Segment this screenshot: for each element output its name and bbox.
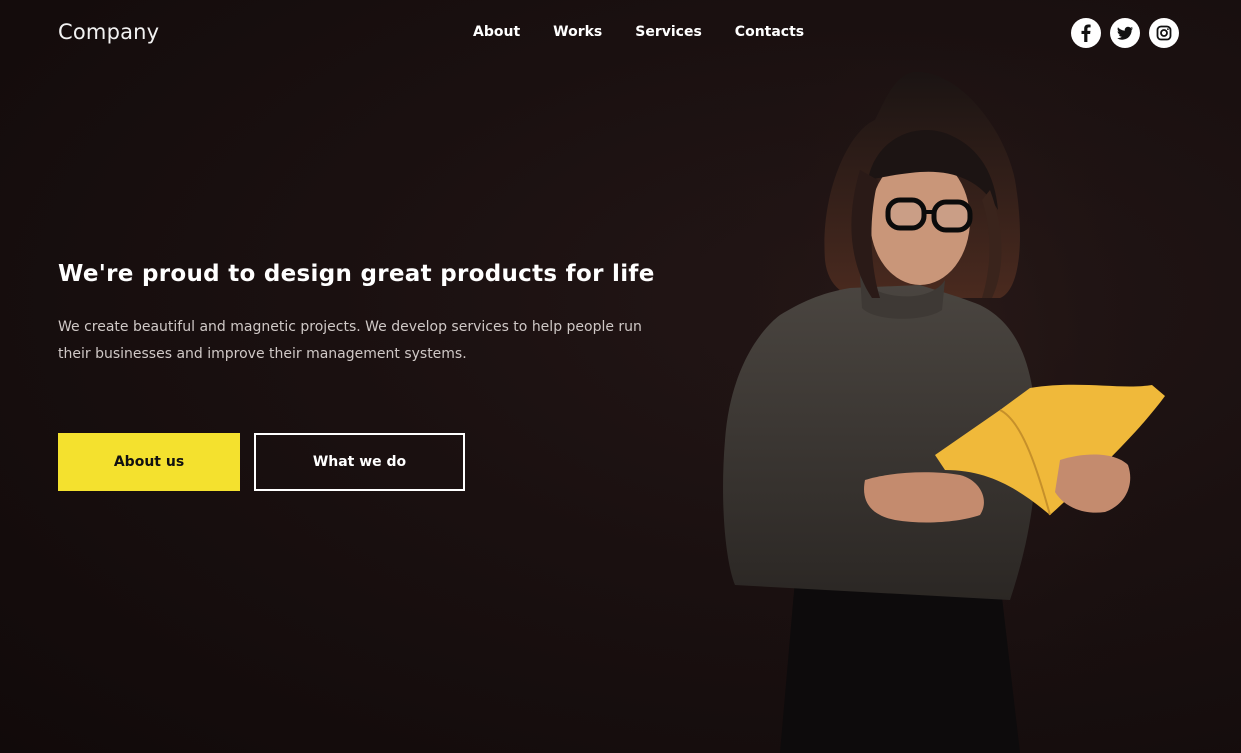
social-links [1071, 18, 1179, 48]
nav-link-works[interactable]: Works [553, 24, 602, 40]
instagram-icon[interactable] [1149, 18, 1179, 48]
nav-link-contacts[interactable]: Contacts [735, 24, 804, 40]
company-logo[interactable]: Company [58, 20, 159, 44]
main-nav: About Works Services Contacts [473, 24, 837, 40]
what-we-do-button[interactable]: What we do [254, 433, 465, 491]
about-us-button[interactable]: About us [58, 433, 240, 491]
hero-person-image [700, 60, 1180, 753]
hero-description: We create beautiful and magnetic project… [58, 319, 642, 362]
hero-headline: We're proud to design great products for… [58, 261, 655, 287]
nav-link-services[interactable]: Services [635, 24, 702, 40]
nav-link-about[interactable]: About [473, 24, 520, 40]
facebook-icon[interactable] [1071, 18, 1101, 48]
twitter-icon[interactable] [1110, 18, 1140, 48]
landing-page: Company About Works Services Contacts We… [0, 0, 1241, 753]
